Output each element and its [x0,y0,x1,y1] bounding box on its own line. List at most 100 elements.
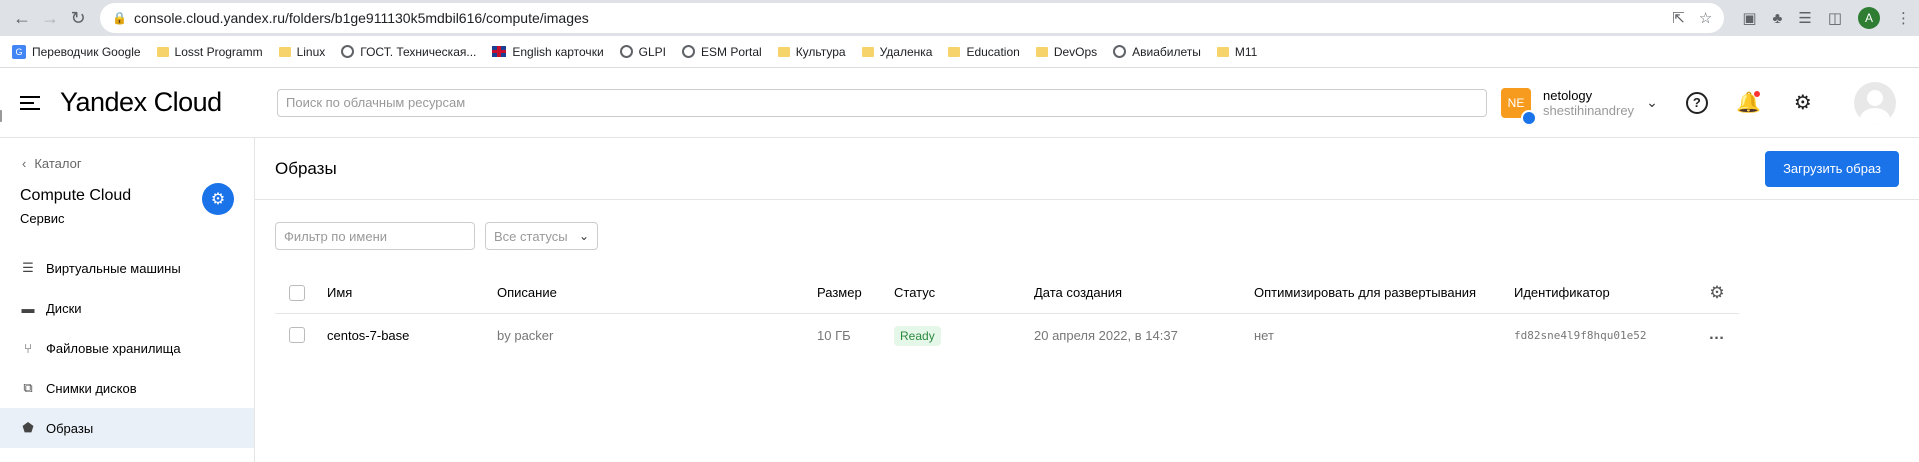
hamburger-menu-icon[interactable] [20,95,40,110]
avatar-badge-icon [0,107,4,124]
forward-arrow-icon[interactable]: → [36,4,64,32]
header-name[interactable]: Имя [327,285,497,300]
upload-image-button[interactable]: Загрузить образ [1765,150,1899,187]
column-settings-gear-icon[interactable]: ⚙ [1702,283,1732,303]
profile-avatar[interactable]: A [1858,7,1880,29]
folder-icon [777,46,790,57]
sidebar-item-label: Снимки дисков [46,380,137,396]
bookmark-item[interactable]: M11 [1216,45,1257,59]
more-actions-icon[interactable]: … [1702,326,1732,344]
status-select[interactable]: Все статусы ⌄ [485,222,598,250]
main-content: Образы Загрузить образ Фильтр по имени В… [255,138,1919,462]
logo[interactable]: Yandex Cloud [60,87,275,118]
back-link[interactable]: ‹ Каталог [0,156,254,171]
globe-icon [1113,45,1127,58]
app-header: Yandex Cloud Поиск по облачным ресурсам … [0,68,1919,138]
globe-icon [341,45,355,58]
service-title: Compute Cloud [20,187,132,204]
bookmark-item[interactable]: Education [948,44,1020,59]
table-row[interactable]: centos-7-base by packer 10 ГБ Ready 20 апрел… [275,314,1739,356]
back-label: Каталог [34,156,82,171]
share-icon[interactable]: ⇱ [1672,9,1685,27]
bookmark-label: Переводчик Google [32,44,141,59]
cell-description: by packer [497,327,554,343]
cell-name[interactable]: centos-7-base [327,328,497,343]
account-user: shestihinandrey [1543,102,1635,118]
header-description[interactable]: Описание [497,285,817,300]
bookmark-item[interactable]: Культура [777,45,846,59]
table-header: Имя Описание Размер Статус Дата создания… [275,272,1739,314]
status-select-value: Все статусы [494,228,568,244]
side-panel-icon[interactable]: ◫ [1828,9,1842,27]
search-input[interactable]: Поиск по облачным ресурсам [277,88,1487,117]
header-created[interactable]: Дата создания [1034,285,1254,300]
bell-icon[interactable]: 🔔 [1736,90,1762,116]
bookmarks-bar: G Переводчик Google Losst Programm Linux ГОС… [0,36,1919,68]
folder-icon [948,46,961,57]
account-switcher[interactable]: NE netology shestihinandrey ⌄ [1501,87,1658,126]
bookmark-item[interactable]: G Переводчик Google [12,44,141,59]
uk-flag-icon [492,46,507,57]
lock-icon: 🔒 [112,11,127,25]
address-bar[interactable]: 🔒 console.cloud.yandex.ru/folders/b1ge91… [100,3,1725,33]
images-table: Имя Описание Размер Статус Дата создания… [275,272,1739,356]
header-status[interactable]: Статус [894,285,1034,300]
bookmark-label: Losst Programm [174,44,263,59]
sidebar-item-label: Образы [46,420,94,436]
media-icon[interactable]: ☰ [1798,9,1811,27]
bookmark-item[interactable]: GLPI [619,44,666,59]
reload-icon[interactable]: ↻ [64,4,92,32]
folder-icon [1035,46,1048,57]
chevron-down-icon: ⌄ [578,229,589,243]
service-settings-gear-icon[interactable]: ⚙ [202,183,234,215]
status-badge: Ready [894,325,941,346]
puzzle-icon[interactable]: ♣ [1773,10,1783,27]
vm-icon: ☰ [22,260,34,275]
globe-icon [619,45,633,58]
bookmark-item[interactable]: Авиабилеты [1113,45,1201,59]
header-size[interactable]: Размер [817,285,894,300]
name-filter-input[interactable]: Фильтр по имени [275,222,475,250]
folder-icon [1216,46,1229,57]
bookmark-label: Удаленка [879,44,933,59]
bookmark-item[interactable]: ESM Portal [682,45,762,59]
back-arrow-icon[interactable]: ← [8,4,36,32]
folder-icon [156,46,169,57]
select-all-checkbox[interactable] [289,284,305,301]
sidebar-nav: ☰ Виртуальные машины ▬ Диски ⑂ Файловые храни… [0,248,254,448]
folder-icon [278,46,291,57]
cell-created: 20 апреля 2022, в 14:37 [1034,327,1178,343]
sidebar-item-label: Диски [46,300,82,316]
chevron-down-icon: ⌄ [1646,94,1658,110]
gear-icon[interactable]: ⚙ [1790,90,1816,116]
help-icon[interactable]: ? [1685,91,1708,114]
page-title: Образы [275,158,337,178]
avatar[interactable] [1853,81,1896,124]
bookmark-star-icon[interactable]: ☆ [1699,9,1712,27]
snapshots-icon: ⧉ [23,380,33,395]
sidebar-item[interactable]: ⬟ Образы [0,408,254,448]
folder-icon [861,46,874,57]
extension-icon[interactable]: ▣ [1742,9,1756,27]
cloud-icon [1521,109,1537,126]
menu-dots-icon[interactable]: ⋮ [1896,9,1911,27]
header-optimize[interactable]: Оптимизировать для развертывания [1254,285,1514,300]
bookmark-item[interactable]: DevOps [1035,45,1097,59]
bookmark-item[interactable]: English карточки [492,45,604,59]
sidebar-item-label: Файловые хранилища [46,340,181,356]
bookmark-item[interactable]: Losst Programm [156,44,263,59]
bookmark-item[interactable]: Удаленка [861,44,933,59]
sidebar-item[interactable]: ⧉ Снимки дисков [0,368,254,408]
bookmark-label: Авиабилеты [1132,44,1201,59]
sidebar-item[interactable]: ⑂ Файловые хранилища [0,328,254,368]
bookmark-label: Education [966,44,1020,59]
sidebar-item[interactable]: ▬ Диски [0,288,254,328]
sidebar-item[interactable]: ☰ Виртуальные машины [0,248,254,288]
bookmark-item[interactable]: Linux [278,45,325,59]
header-id[interactable]: Идентификатор [1514,285,1702,300]
notification-dot [1753,90,1760,97]
bookmark-item[interactable]: ГОСТ. Техническая... [341,45,476,59]
url-text: console.cloud.yandex.ru/folders/b1ge9111… [134,10,589,26]
bookmark-label: GLPI [638,44,666,59]
row-checkbox[interactable] [289,327,305,343]
